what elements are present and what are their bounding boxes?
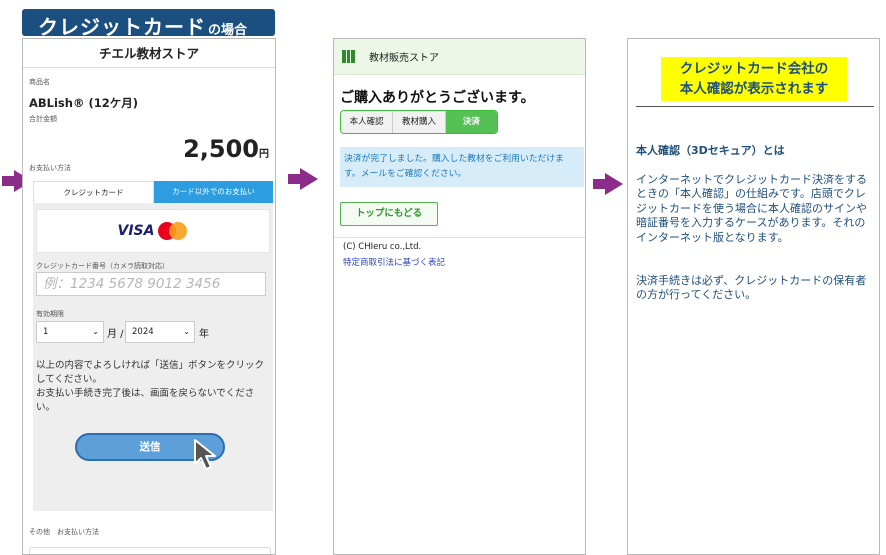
submit-note: 以上の内容でよろしければ「送信」ボタンをクリックしてください。 お支払い手続き完… — [36, 360, 265, 413]
step-identity: 本人確認 — [341, 111, 394, 133]
store-title: チエル教材ストア — [23, 39, 275, 68]
explanation-body: インターネットでクレジットカード決済をするときの「本人確認」の仕組みです。店頭で… — [636, 172, 867, 244]
payment-method-label: お支払い方法 — [29, 164, 71, 172]
back-to-top-button[interactable]: トップにもどる — [340, 202, 438, 226]
footer-divider — [334, 237, 585, 238]
visa-logo-icon: VISA — [117, 223, 155, 239]
expiry-month-unit: 月 / — [107, 329, 124, 340]
chevron-down-icon: ⌄ — [183, 327, 190, 336]
section-title: クレジットカード — [38, 15, 206, 39]
other-payment-box[interactable] — [29, 547, 271, 554]
copyright: (C) CHIeru co.,Ltd. — [343, 242, 422, 252]
card-number-input[interactable]: 例：1234 5678 9012 3456 — [36, 272, 266, 296]
store-name: 教材販売ストア — [369, 53, 439, 64]
progress-steps: 本人確認 教材購入 決済 — [340, 110, 498, 134]
product-label: 商品名 — [29, 78, 50, 86]
expiry-year-unit: 年 — [199, 329, 209, 340]
chevron-down-icon: ⌄ — [92, 327, 99, 336]
expiry-label: 有効期限 — [36, 310, 64, 318]
expiry-year-select[interactable]: 2024 ⌄ — [125, 321, 195, 343]
3d-secure-explanation-panel: クレジットカード会社の 本人確認が表示されます 本人確認（3Dセキュア）とは イ… — [627, 38, 880, 555]
flow-arrow-1-icon — [288, 168, 318, 190]
explanation-note: 決済手続きは必ず、クレジットカードの保有者の方が行ってください。 — [636, 273, 867, 302]
books-icon — [342, 50, 356, 63]
section-title-suffix: の場合 — [208, 23, 248, 38]
thanks-heading: ご購入ありがとうございます。 — [340, 90, 535, 106]
product-name: ABLish® (12ケ月) — [29, 96, 138, 110]
tab-credit-card[interactable]: クレジットカード — [33, 181, 154, 203]
step-purchase: 教材購入 — [393, 111, 446, 133]
highlight-line-1: クレジットカード会社の — [679, 61, 829, 77]
price-value: 2,500 — [183, 135, 259, 163]
explanation-text: 本人確認（3Dセキュア）とは インターネットでクレジットカード決済をするときの「… — [636, 129, 876, 317]
store-header: 教材販売ストア — [334, 39, 585, 75]
highlight-box: クレジットカード会社の 本人確認が表示されます — [661, 57, 847, 101]
step-payment: 決済 — [445, 111, 497, 133]
section-title-tag: クレジットカード の場合 — [22, 9, 275, 39]
other-payment-label: その他 お支払い方法 — [29, 528, 99, 536]
mouse-cursor-icon — [194, 439, 216, 470]
highlight-line-2: 本人確認が表示されます — [679, 81, 829, 97]
price-unit: 円 — [259, 149, 269, 160]
commercial-law-link[interactable]: 特定商取引法に基づく表記 — [343, 256, 445, 268]
expiry-month-select[interactable]: 1 ⌄ — [36, 321, 104, 343]
mastercard-logo-icon — [158, 222, 188, 240]
expiry-year-value: 2024 — [132, 327, 154, 337]
tab-other-payment[interactable]: カード以外でのお支払い — [154, 181, 273, 203]
price: 2,500円 — [183, 135, 269, 163]
completion-message: 決済が完了しました。購入した教材をご利用いただけます。メールをご確認ください。 — [340, 147, 584, 187]
payment-tabs: クレジットカード カード以外でのお支払い — [33, 181, 273, 203]
credit-card-form-panel: チエル教材ストア 商品名 ABLish® (12ケ月) 合計金額 2,500円 … — [22, 38, 276, 555]
expiry-month-value: 1 — [43, 327, 49, 337]
payment-complete-panel: 教材販売ストア ご購入ありがとうございます。 本人確認 教材購入 決済 決済が完… — [333, 38, 586, 555]
card-brand-logos: VISA — [36, 209, 270, 253]
explanation-heading: 本人確認（3Dセキュア）とは — [636, 143, 785, 157]
flow-arrow-2-icon — [593, 173, 623, 195]
card-number-label: クレジットカード番号（カメラ読取対応） — [36, 262, 169, 270]
total-label: 合計金額 — [29, 115, 57, 123]
highlight-divider — [636, 106, 874, 107]
